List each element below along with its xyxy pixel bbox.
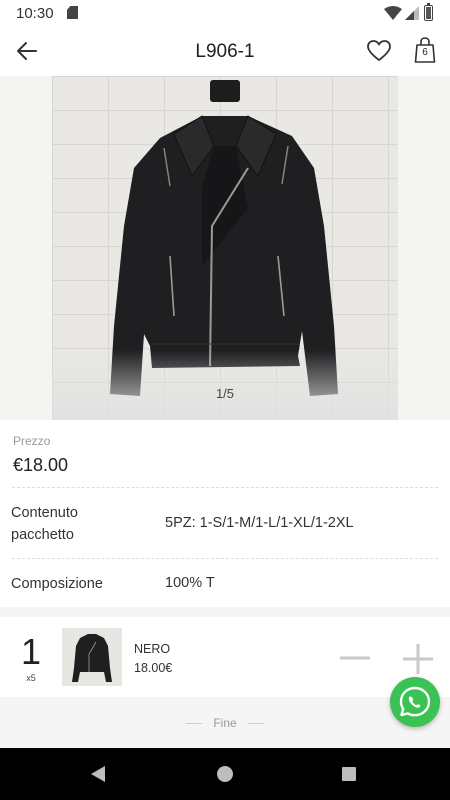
image-page-indicator: 1/5 <box>215 386 235 401</box>
system-navigation-bar <box>0 748 450 800</box>
whatsapp-icon <box>399 686 431 717</box>
product-details: Prezzo €18.00 Contenuto pacchetto 5PZ: 1… <box>0 420 450 607</box>
battery-icon <box>424 3 433 21</box>
cart-button[interactable]: 6 <box>412 36 438 64</box>
price-value: €18.00 <box>13 455 69 475</box>
signal-icon <box>405 6 419 20</box>
end-line-right <box>248 723 264 724</box>
divider <box>12 487 438 488</box>
variant-price: 18.00€ <box>134 661 173 675</box>
wifi-icon <box>384 6 402 20</box>
section-gap <box>0 607 450 617</box>
variant-thumbnail[interactable] <box>62 628 122 686</box>
sd-card-icon <box>67 6 78 19</box>
status-time: 10:30 <box>16 5 54 22</box>
favorite-button[interactable] <box>366 38 392 64</box>
status-bar: 10:30 <box>0 0 450 26</box>
variant-quantity: 1 <box>20 631 42 672</box>
product-photo <box>52 76 398 420</box>
price-label: Prezzo <box>13 434 51 448</box>
variant-multiplier: x5 <box>26 673 36 683</box>
composition-label: Composizione <box>11 576 103 592</box>
decrease-quantity-button[interactable] <box>338 644 372 672</box>
composition-value: 100% T <box>165 575 215 591</box>
divider <box>12 558 438 559</box>
nav-recent-apps-icon[interactable] <box>342 767 356 781</box>
list-end-footer: Fine <box>0 697 450 748</box>
cart-count-badge: 6 <box>422 47 428 58</box>
whatsapp-button[interactable] <box>390 677 440 727</box>
nav-home-icon[interactable] <box>217 766 233 782</box>
product-image-carousel[interactable]: 1/5 <box>0 76 450 420</box>
variant-row: 1 x5 NERO 18.00€ <box>0 617 450 697</box>
heart-icon <box>367 40 391 61</box>
package-content-label: Contenuto pacchetto <box>11 502 78 546</box>
plus-icon <box>403 644 433 674</box>
variant-color: NERO <box>134 642 171 656</box>
nav-back-icon[interactable] <box>91 766 105 782</box>
package-label-line2: pacchetto <box>11 527 74 543</box>
package-content-value: 5PZ: 1-S/1-M/1-L/1-XL/1-2XL <box>165 515 354 531</box>
app-header: L906-1 6 <box>0 26 450 76</box>
end-label: Fine <box>213 716 237 730</box>
package-label-line1: Contenuto <box>11 505 78 521</box>
increase-quantity-button[interactable] <box>400 641 436 677</box>
